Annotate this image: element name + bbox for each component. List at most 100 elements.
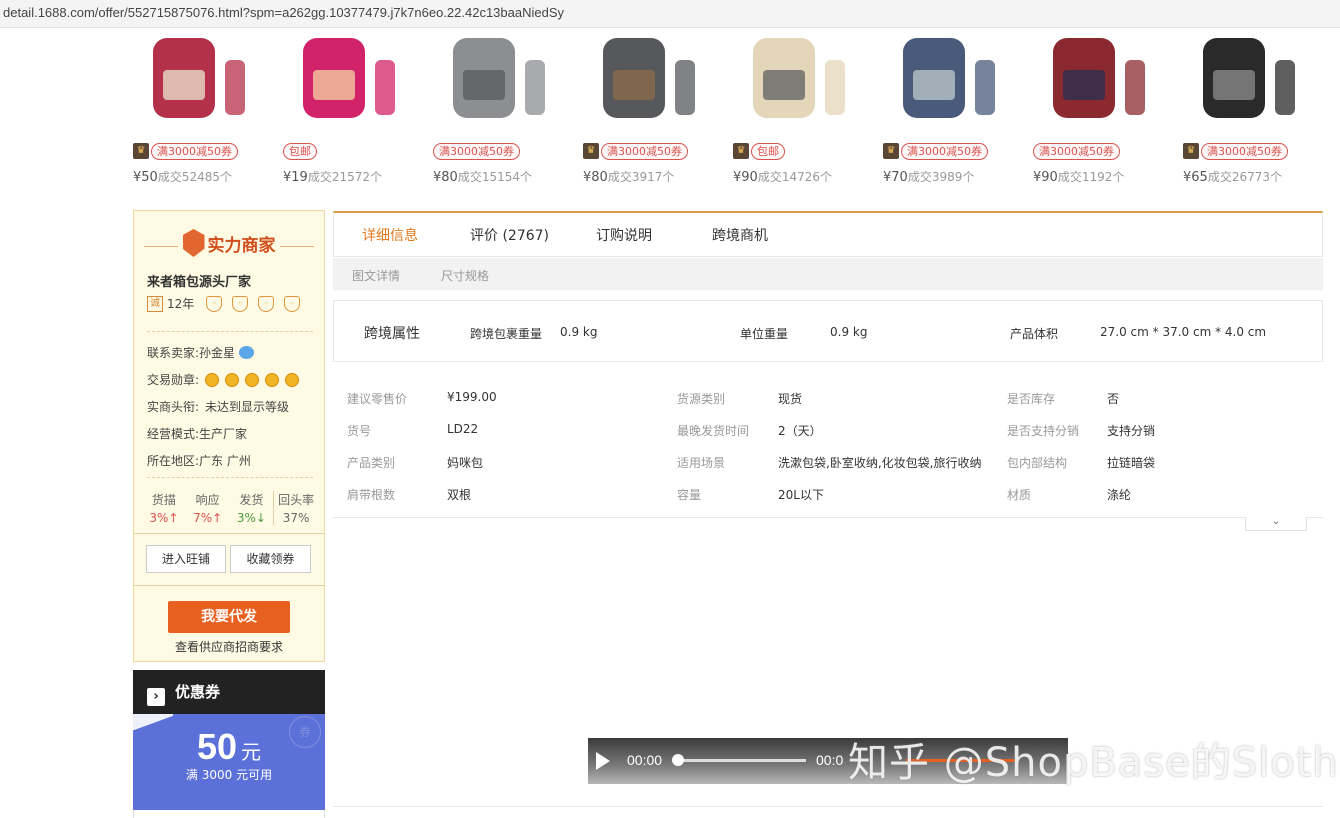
attr-value: ¥199.00 [447, 390, 497, 404]
product-card[interactable]: ♛ 包邮 ¥90成交14726个 [733, 30, 873, 185]
product-price: ¥80 [583, 170, 608, 185]
product-image[interactable] [133, 30, 263, 130]
paper-plane-icon [133, 714, 173, 740]
product-tags: ♛ 满3000减50券 [133, 142, 273, 160]
product-price: ¥50 [133, 170, 158, 185]
crossborder-title: 跨境属性 [364, 326, 420, 342]
divider [147, 477, 313, 478]
product-card[interactable]: ♛ 满3000减50券 ¥70成交3989个 [883, 30, 1023, 185]
wangwang-chat-icon[interactable] [239, 346, 255, 359]
play-icon[interactable] [596, 752, 610, 770]
product-price-row: ¥50成交52485个 [133, 168, 273, 185]
seller-stat: 货描 3%↑ [142, 491, 186, 525]
certificate-icon[interactable]: ◦ [206, 295, 223, 312]
product-tags: ♛ 满3000减50券 [583, 142, 723, 160]
dropship-button[interactable]: 我要代发 [168, 601, 290, 633]
promo-tag: 满3000减50券 [901, 142, 988, 160]
favorite-coupon-button[interactable]: 收藏领券 [230, 545, 311, 573]
address-bar[interactable]: detail.1688.com/offer/552715875076.html?… [0, 0, 1340, 28]
product-price-row: ¥80成交15154个 [433, 168, 573, 185]
video-progress-bar[interactable] [676, 759, 806, 762]
attr-key: 适用场景 [677, 456, 726, 470]
rank-value: 未达到显示等级 [205, 400, 290, 414]
guarantee-icon[interactable]: ◦ [284, 295, 301, 312]
product-image[interactable] [583, 30, 713, 130]
product-card[interactable]: ♛ 满3000减50券 ¥50成交52485个 [133, 30, 273, 185]
medal-row: 交易勋章: [147, 371, 300, 388]
promo-tag: 满3000减50券 [151, 142, 238, 160]
subtab-0[interactable]: 图文详情 [352, 267, 400, 284]
subtab-1[interactable]: 尺寸规格 [441, 267, 489, 284]
product-price: ¥70 [883, 170, 908, 185]
promo-tag: 包邮 [283, 142, 317, 160]
tab-1[interactable]: 评价 (2767) [470, 225, 549, 245]
stat-label: 发货 [239, 493, 264, 507]
promo-tag: 包邮 [751, 142, 785, 160]
coupon-stamp: 券 [289, 716, 321, 748]
stat-value: 3%↑ [149, 511, 179, 525]
medal-icon [245, 372, 260, 387]
product-price-row: ¥90成交1192个 [1033, 168, 1173, 185]
attr-value: LD22 [447, 422, 479, 436]
expand-attributes-button[interactable]: ⌄ [1245, 517, 1307, 531]
divider [333, 806, 1323, 807]
crown-icon: ♛ [133, 143, 149, 159]
tab-3[interactable]: 跨境商机 [712, 225, 768, 245]
product-price: ¥80 [433, 170, 458, 185]
mode-label: 经营模式: [147, 427, 200, 441]
stat-value: 37% [282, 511, 310, 525]
credit-icon: 诚 [147, 295, 163, 312]
product-card[interactable]: ♛ 满3000减50券 ¥65成交26773个 [1183, 30, 1323, 185]
attr-value: 妈咪包 [447, 456, 484, 470]
product-attributes: 建议零售价 ¥199.00 货源类别 现货 是否库存 否货号 LD22 最晚发货时间 2（天） 是… [333, 382, 1323, 518]
product-image[interactable] [1183, 30, 1313, 130]
coupon-title: 优惠券 [175, 683, 221, 701]
product-card[interactable]: ♛ 满3000减50券 ¥80成交3917个 [583, 30, 723, 185]
product-tags: 满3000减50券 [1033, 142, 1173, 160]
product-tags: ♛ 满3000减50券 [1183, 142, 1323, 160]
product-image[interactable] [1033, 30, 1163, 130]
attr-value: 洗漱包袋,卧室收纳,化妆包袋,旅行收纳 [778, 456, 982, 470]
video-progress-handle[interactable] [672, 754, 684, 766]
divider [134, 585, 324, 586]
product-price-row: ¥90成交14726个 [733, 168, 873, 185]
product-image[interactable] [733, 30, 863, 130]
merchant-badge-text: 实力商家 [207, 235, 276, 256]
coupon-card[interactable]: 券 50 元 满 3000 元可用 [133, 714, 325, 810]
contact-name[interactable]: 孙金星 [199, 344, 235, 361]
coupon-footer [133, 810, 325, 818]
region-value: 广东 广州 [199, 454, 251, 468]
promo-tag: 满3000减50券 [1033, 142, 1120, 160]
product-card[interactable]: 包邮 ¥19成交21572个 [283, 30, 423, 185]
attr-value: 27.0 cm * 37.0 cm * 4.0 cm [1100, 325, 1267, 339]
chevron-right-icon: › [147, 688, 165, 706]
seller-name[interactable]: 来者箱包源头厂家 [147, 271, 251, 290]
product-sales: 成交26773个 [1207, 170, 1283, 184]
product-image[interactable] [883, 30, 1013, 130]
dropship-requirements-link[interactable]: 查看供应商招商要求 [134, 638, 324, 655]
attr-key: 最晚发货时间 [677, 424, 750, 438]
enter-shop-button[interactable]: 进入旺铺 [146, 545, 226, 573]
attr-key: 单位重量 [740, 327, 789, 341]
product-card[interactable]: 满3000减50券 ¥80成交15154个 [433, 30, 573, 185]
product-tags: 包邮 [283, 142, 423, 160]
product-card[interactable]: 满3000减50券 ¥90成交1192个 [1033, 30, 1173, 185]
product-tags: ♛ 满3000减50券 [883, 142, 1023, 160]
product-price: ¥90 [733, 170, 758, 185]
divider [134, 533, 324, 534]
clock-icon[interactable]: ◦ [232, 295, 249, 312]
tab-0[interactable]: 详细信息 [362, 225, 418, 245]
exchange-icon[interactable]: ◦ [258, 295, 275, 312]
coupon-condition: 满 3000 元可用 [185, 768, 273, 782]
detail-tabs: 详细信息 评价 (2767) 订购说明 跨境商机 [333, 211, 1323, 257]
tab-2[interactable]: 订购说明 [596, 225, 652, 245]
product-sales: 成交3989个 [907, 170, 975, 184]
product-sales: 成交52485个 [157, 170, 233, 184]
promo-tag: 满3000减50券 [1201, 142, 1288, 160]
product-image[interactable] [283, 30, 413, 130]
product-image[interactable] [433, 30, 563, 130]
seller-years: 诚 12年 ◦ ◦ ◦ ◦ [147, 295, 301, 312]
mode-value: 生产厂家 [199, 427, 248, 441]
attr-value: 0.9 kg [560, 325, 598, 339]
seller-stat: 回头率 37% [273, 491, 318, 525]
